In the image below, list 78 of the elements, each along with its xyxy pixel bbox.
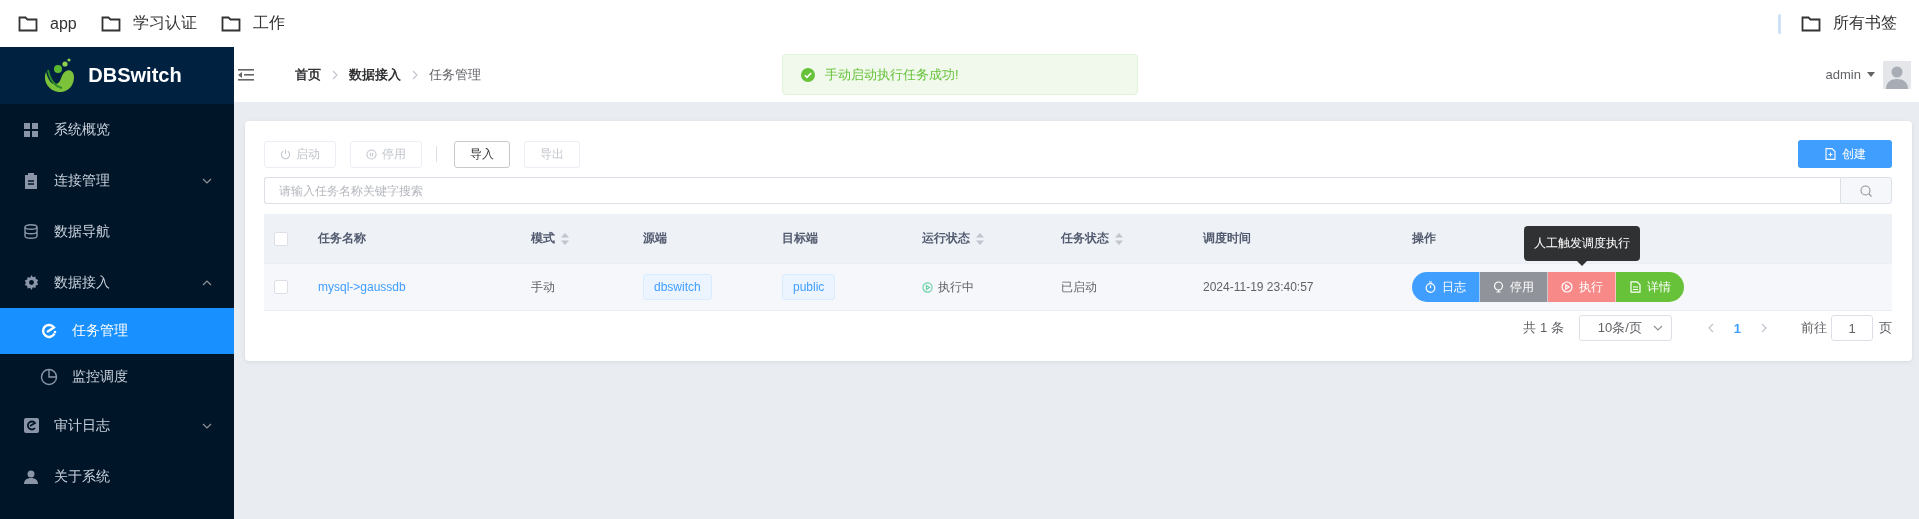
file-add-icon: [1824, 148, 1836, 160]
menu-icon: [22, 418, 40, 433]
power-icon: [280, 148, 291, 160]
search-field[interactable]: 请输入任务名称关键字搜索: [264, 177, 1840, 204]
menu-icon: [40, 368, 58, 386]
next-page-icon[interactable]: [1761, 323, 1767, 333]
play-icon: [922, 281, 933, 293]
column-header: 源端: [643, 230, 667, 247]
pause-icon: [366, 148, 377, 160]
user-menu[interactable]: admin: [1825, 67, 1875, 82]
chevron-icon: [202, 279, 212, 286]
column-header: 操作: [1412, 230, 1436, 247]
goto-label: 前往: [1801, 319, 1827, 337]
goto-page-field[interactable]: 1: [1831, 315, 1873, 341]
menu-icon: [40, 323, 58, 339]
table-cell: 手动: [531, 278, 555, 296]
caret-down-icon: [1867, 72, 1875, 77]
menu-icon: [22, 469, 40, 484]
column-header: 调度时间: [1203, 230, 1251, 247]
menu-item[interactable]: 关于系统: [0, 451, 234, 502]
search-button[interactable]: [1840, 177, 1892, 204]
table-cell: 已启动: [1061, 278, 1097, 296]
menu-item[interactable]: 数据接入: [0, 257, 234, 308]
menu-item[interactable]: 数据导航: [0, 206, 234, 257]
menu-icon: [22, 172, 40, 189]
search-icon: [1860, 184, 1872, 197]
submenu-item[interactable]: 监控调度: [0, 354, 234, 400]
chevron-icon: [332, 69, 338, 80]
bookmark[interactable]: 工作: [220, 13, 285, 34]
toast-message: 手动启动执行任务成功!: [825, 65, 959, 84]
chevron-icon: [202, 177, 212, 184]
chevron-icon: [202, 422, 212, 429]
checkbox[interactable]: [274, 231, 288, 246]
sort-icon[interactable]: [1115, 231, 1123, 246]
app-name: DBSwitch: [88, 64, 182, 87]
breadcrumb-item[interactable]: 数据接入: [349, 65, 401, 84]
tag: dbswitch: [643, 274, 712, 300]
menu-item[interactable]: 连接管理: [0, 155, 234, 206]
table-cell: 2024-11-19 23:40:57: [1203, 280, 1314, 294]
play-icon: [1560, 281, 1573, 293]
tooltip: 人工触发调度执行: [1524, 226, 1640, 266]
folder-icon: [100, 15, 121, 32]
bookmark[interactable]: app: [18, 14, 77, 33]
sort-icon[interactable]: [976, 231, 984, 246]
tag: public: [782, 274, 836, 300]
prev-page-icon[interactable]: [1707, 323, 1714, 333]
chevron-icon: [1652, 325, 1663, 331]
column-header[interactable]: 运行状态: [922, 230, 970, 247]
document-icon: [1629, 281, 1641, 293]
menu-item[interactable]: 系统概览: [0, 104, 234, 155]
menu-icon: [22, 224, 40, 239]
checkbox[interactable]: [274, 280, 288, 294]
logo-icon: [42, 57, 77, 94]
sort-icon[interactable]: [561, 231, 569, 246]
breadcrumb-item: 任务管理: [429, 65, 481, 84]
toolbar-button[interactable]: 导入: [454, 140, 510, 168]
column-header[interactable]: 任务状态: [1061, 230, 1109, 247]
stopwatch-icon: [1425, 281, 1436, 293]
column-header: 任务名称: [318, 230, 366, 247]
menu-icon: [22, 275, 40, 290]
breadcrumb-item[interactable]: 首页: [295, 65, 321, 84]
table-cell: 执行中: [938, 278, 974, 296]
column-header: 目标端: [782, 230, 818, 247]
bookmark[interactable]: 学习认证: [100, 13, 197, 34]
folder-icon: [18, 15, 38, 32]
page-unit-label: 页: [1879, 319, 1892, 337]
page-size-select[interactable]: 10条/页: [1578, 315, 1672, 341]
folder-icon: [1801, 15, 1821, 32]
menu-icon: [22, 122, 40, 137]
fold-menu-icon[interactable]: [238, 68, 254, 81]
folder-icon: [220, 15, 241, 32]
column-header[interactable]: 模式: [531, 230, 555, 247]
bulb-icon: [1493, 281, 1504, 293]
menu-item[interactable]: 审计日志: [0, 400, 234, 451]
chevron-icon: [412, 69, 418, 80]
success-icon: [801, 67, 815, 82]
bookmark[interactable]: 所有书签: [1801, 13, 1897, 34]
total-count: 共 1 条: [1523, 319, 1564, 337]
